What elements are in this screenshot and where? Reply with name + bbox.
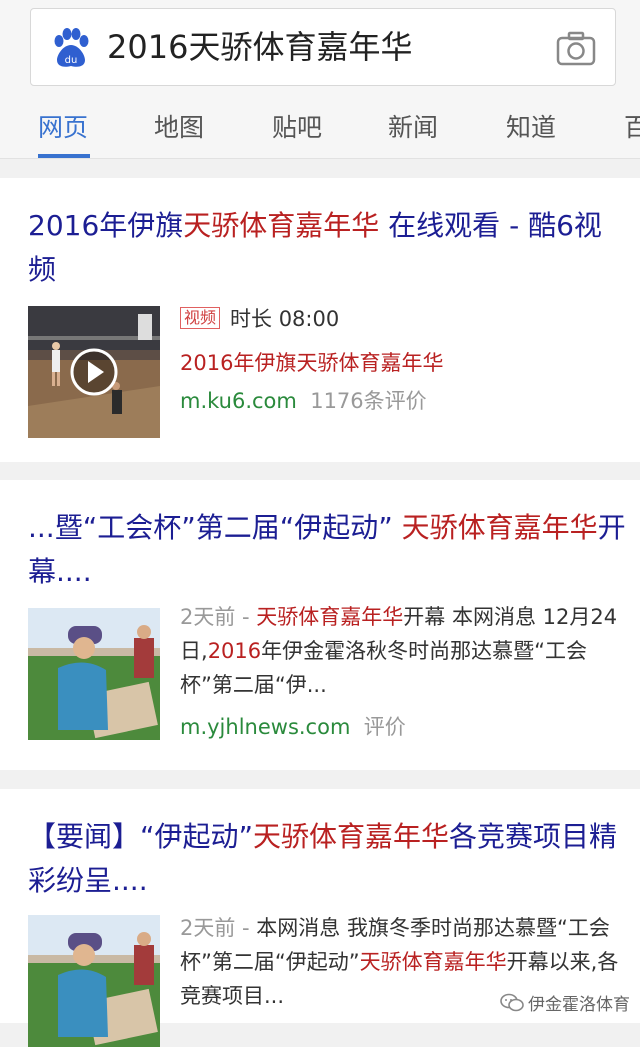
- baidu-paw-icon[interactable]: du: [49, 27, 93, 71]
- result-card[interactable]: 2016年伊旗天骄体育嘉年华 在线观看 - 酷6视频 视频 时长 08:00 20…: [0, 178, 640, 462]
- result-url[interactable]: m.yjhlnews.com: [180, 715, 350, 739]
- result-card[interactable]: 【要闻】“伊起动”天骄体育嘉年华各竞赛项目精彩纷呈.... 2天前 - 本网消息…: [0, 789, 640, 1047]
- tab-zhidao[interactable]: 知道: [506, 108, 556, 144]
- tab-news[interactable]: 新闻: [388, 108, 438, 144]
- news-thumbnail[interactable]: [28, 915, 160, 1047]
- watermark-text: 伊金霍洛体育: [528, 995, 630, 1015]
- result-title[interactable]: ...暨“工会杯”第二届“伊起动” 天骄体育嘉年华开幕....: [28, 506, 628, 594]
- watermark: 伊金霍洛体育: [500, 990, 630, 1015]
- video-thumbnail[interactable]: [28, 306, 160, 438]
- result-meta: 视频 时长 08:00 2016年伊旗天骄体育嘉年华 m.ku6.com 1176…: [180, 302, 620, 418]
- review-link[interactable]: 评价: [364, 715, 406, 739]
- tab-more[interactable]: 百: [624, 108, 640, 144]
- active-tab-indicator: [38, 154, 90, 158]
- tab-map[interactable]: 地图: [154, 108, 204, 144]
- result-time: 2天前 -: [180, 605, 257, 629]
- result-time: 2天前 -: [180, 916, 257, 940]
- result-url[interactable]: m.ku6.com: [180, 389, 297, 413]
- duration: 时长 08:00: [230, 307, 340, 331]
- svg-text:du: du: [65, 55, 78, 66]
- top-bar: du 2016天骄体育嘉年华 网页 地图 贴吧 新闻 知道 百: [0, 0, 640, 159]
- video-badge: 视频: [180, 307, 221, 329]
- news-thumbnail[interactable]: [28, 608, 160, 740]
- search-box[interactable]: du 2016天骄体育嘉年华: [30, 8, 616, 86]
- result-title[interactable]: 【要闻】“伊起动”天骄体育嘉年华各竞赛项目精彩纷呈....: [28, 815, 628, 903]
- tab-bar: 网页 地图 贴吧 新闻 知道 百: [0, 100, 640, 158]
- wechat-icon: [500, 993, 524, 1012]
- desc-prefix: 2016年伊旗: [180, 351, 297, 375]
- desc-highlight: 天骄体育嘉年华: [296, 351, 444, 375]
- tab-tieba[interactable]: 贴吧: [272, 108, 322, 144]
- camera-icon[interactable]: [555, 29, 597, 69]
- result-title[interactable]: 2016年伊旗天骄体育嘉年华 在线观看 - 酷6视频: [28, 204, 628, 292]
- review-count[interactable]: 1176条评价: [310, 389, 426, 413]
- tab-web[interactable]: 网页: [38, 108, 88, 144]
- search-input[interactable]: 2016天骄体育嘉年华: [107, 25, 412, 69]
- result-card[interactable]: ...暨“工会杯”第二届“伊起动” 天骄体育嘉年华开幕.... 2天前 - 天骄…: [0, 480, 640, 770]
- result-snippet: 2天前 - 天骄体育嘉年华开幕 本网消息 12月24日,2016年伊金霍洛秋冬时…: [180, 605, 618, 739]
